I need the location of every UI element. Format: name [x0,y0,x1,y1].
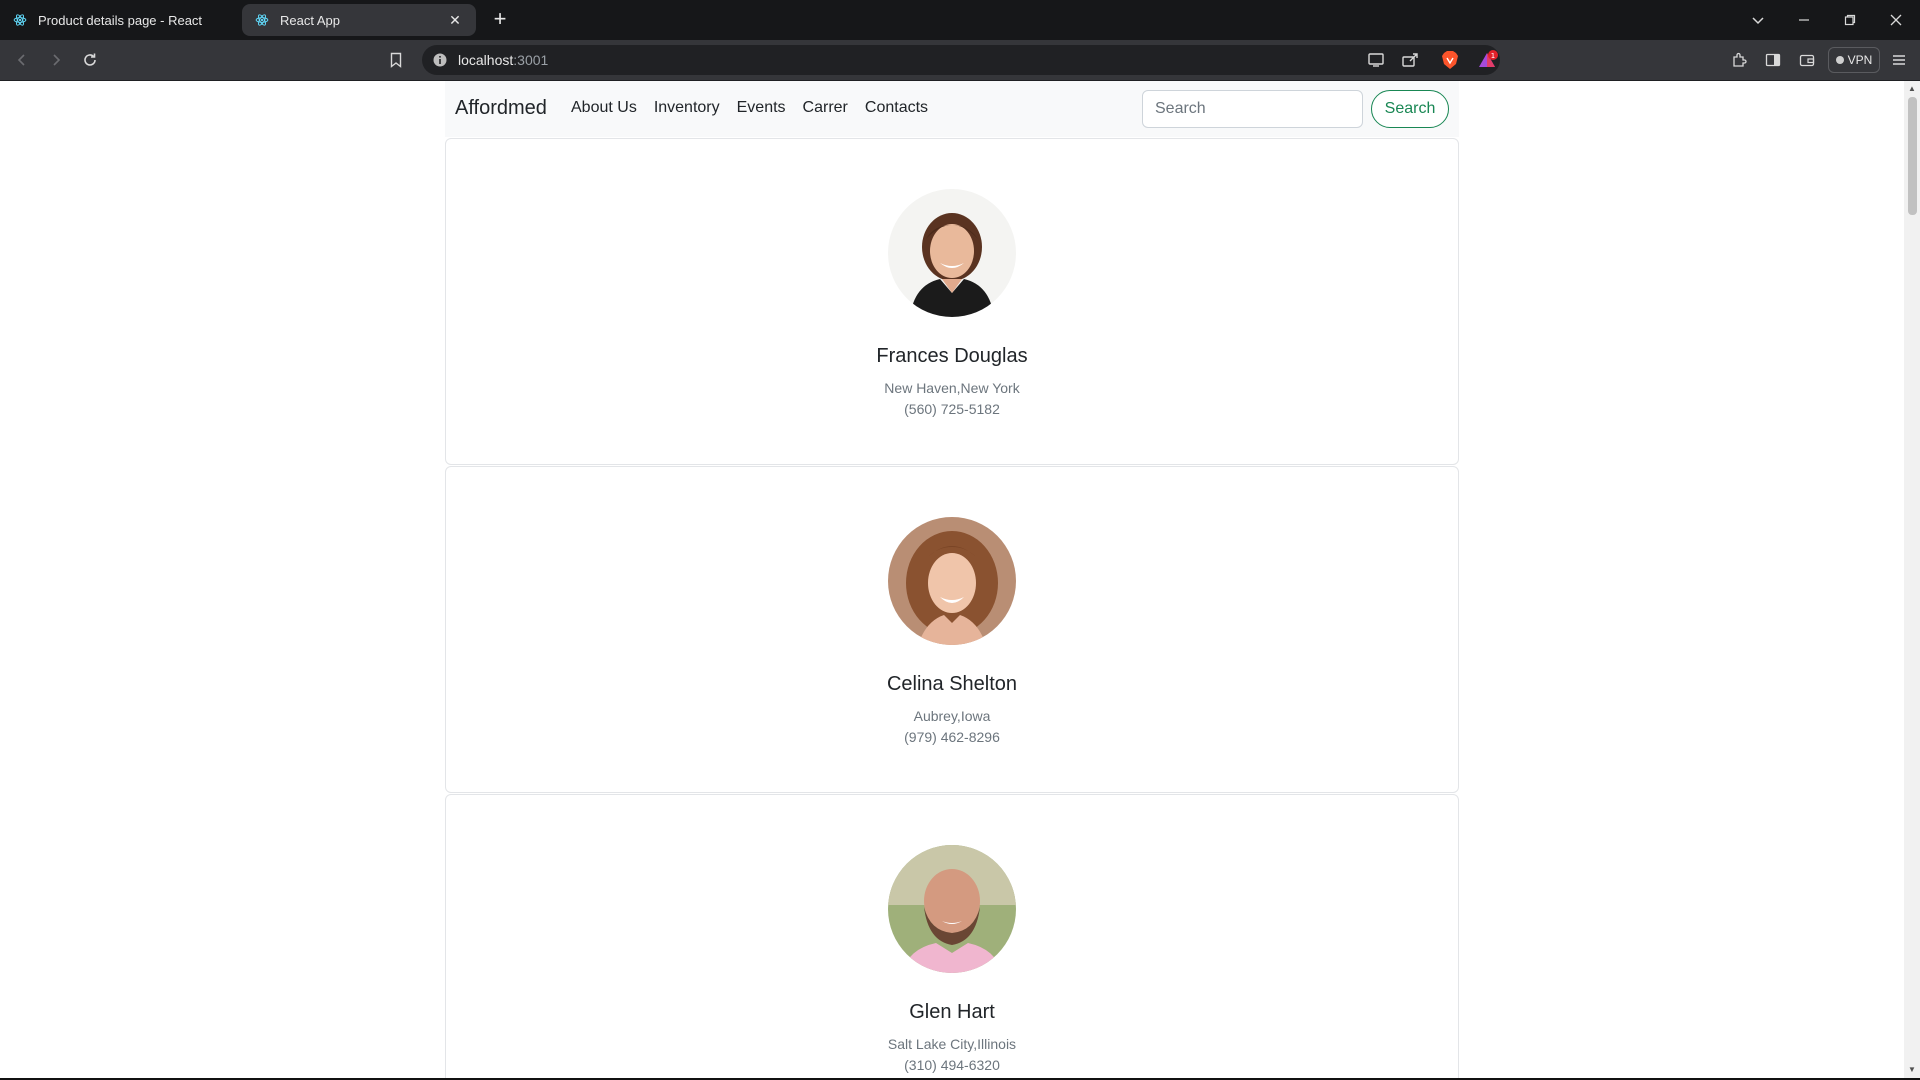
restore-icon[interactable] [1836,6,1864,34]
browser-tab-strip: Product details page - React React App ✕… [0,0,1920,40]
person-phone: (979) 462-8296 [904,729,1000,745]
person-name: Celina Shelton [886,673,1018,695]
back-icon[interactable] [10,48,34,72]
share-icon[interactable] [1398,48,1422,72]
person-name: Frances Douglas [876,345,1028,367]
brave-rewards-icon[interactable]: 1 [1476,48,1500,72]
person-location: Aubrey,Iowa [913,708,991,724]
tab-search-chevron-icon[interactable] [1744,6,1772,34]
person-name: Glen Hart [909,1001,995,1023]
close-window-icon[interactable] [1882,6,1910,34]
site-navbar: Affordmed About Us Inventory Events Carr… [445,81,1459,137]
vpn-button[interactable]: VPN [1828,47,1880,73]
avatar [888,845,1016,973]
person-phone: (560) 725-5182 [904,401,1000,417]
scroll-down-arrow-icon[interactable]: ▼ [1908,1066,1916,1074]
url-text: localhost:3001 [458,52,548,68]
person-card: Frances Douglas New Haven,New York (560)… [445,138,1459,465]
person-card: Celina Shelton Aubrey,Iowa (979) 462-829… [445,466,1459,793]
url-host: localhost [458,52,514,68]
scroll-up-arrow-icon[interactable]: ▲ [1908,85,1916,93]
vpn-label: VPN [1847,53,1873,67]
menu-icon[interactable] [1887,48,1911,72]
vertical-scrollbar[interactable]: ▲ ▼ [1904,81,1920,1078]
nav-link-contacts[interactable]: Contacts [865,99,928,117]
sidebar-icon[interactable] [1761,48,1785,72]
reload-icon[interactable] [78,48,102,72]
new-tab-button[interactable]: + [488,8,512,32]
browser-toolbar: localhost:3001 1 VPN [0,40,1920,80]
person-location: Salt Lake City,Illinois [887,1036,1017,1052]
page-viewport: Affordmed About Us Inventory Events Carr… [0,81,1920,1078]
search-input[interactable] [1142,90,1363,128]
brave-shields-icon[interactable] [1438,48,1462,72]
close-tab-icon[interactable]: ✕ [446,11,464,29]
avatar [888,189,1016,317]
minimize-icon[interactable] [1790,6,1818,34]
nav-link-carrer[interactable]: Carrer [803,99,848,117]
browser-tab-react-app[interactable]: React App ✕ [242,4,476,36]
vpn-status-dot [1835,56,1844,64]
person-phone: (310) 494-6320 [904,1057,1000,1073]
nav-link-about-us[interactable]: About Us [571,99,637,117]
nav-links: About Us Inventory Events Carrer Contact… [571,99,928,117]
search-button[interactable]: Search [1371,90,1449,128]
brand-logo[interactable]: Affordmed [455,97,547,120]
bookmark-icon[interactable] [384,48,408,72]
avatar [888,517,1016,645]
wallet-icon[interactable] [1795,48,1819,72]
tab-title: React App [280,12,340,28]
nav-link-inventory[interactable]: Inventory [654,99,720,117]
browser-tab-product-details[interactable]: Product details page - React [0,4,240,36]
react-icon [12,12,28,28]
tab-title: Product details page - React [38,12,203,28]
address-bar[interactable]: localhost:3001 1 [422,45,1500,75]
react-icon [254,12,270,28]
scrollbar-thumb[interactable] [1908,97,1917,215]
site-info-icon[interactable] [432,52,448,68]
person-card: Glen Hart Salt Lake City,Illinois (310) … [445,794,1459,1078]
nav-link-events[interactable]: Events [737,99,786,117]
url-port: :3001 [513,52,549,68]
svg-text:1: 1 [1491,52,1495,60]
cast-icon[interactable] [1364,48,1388,72]
forward-icon[interactable] [44,48,68,72]
person-location: New Haven,New York [884,380,1020,396]
extensions-icon[interactable] [1727,48,1751,72]
